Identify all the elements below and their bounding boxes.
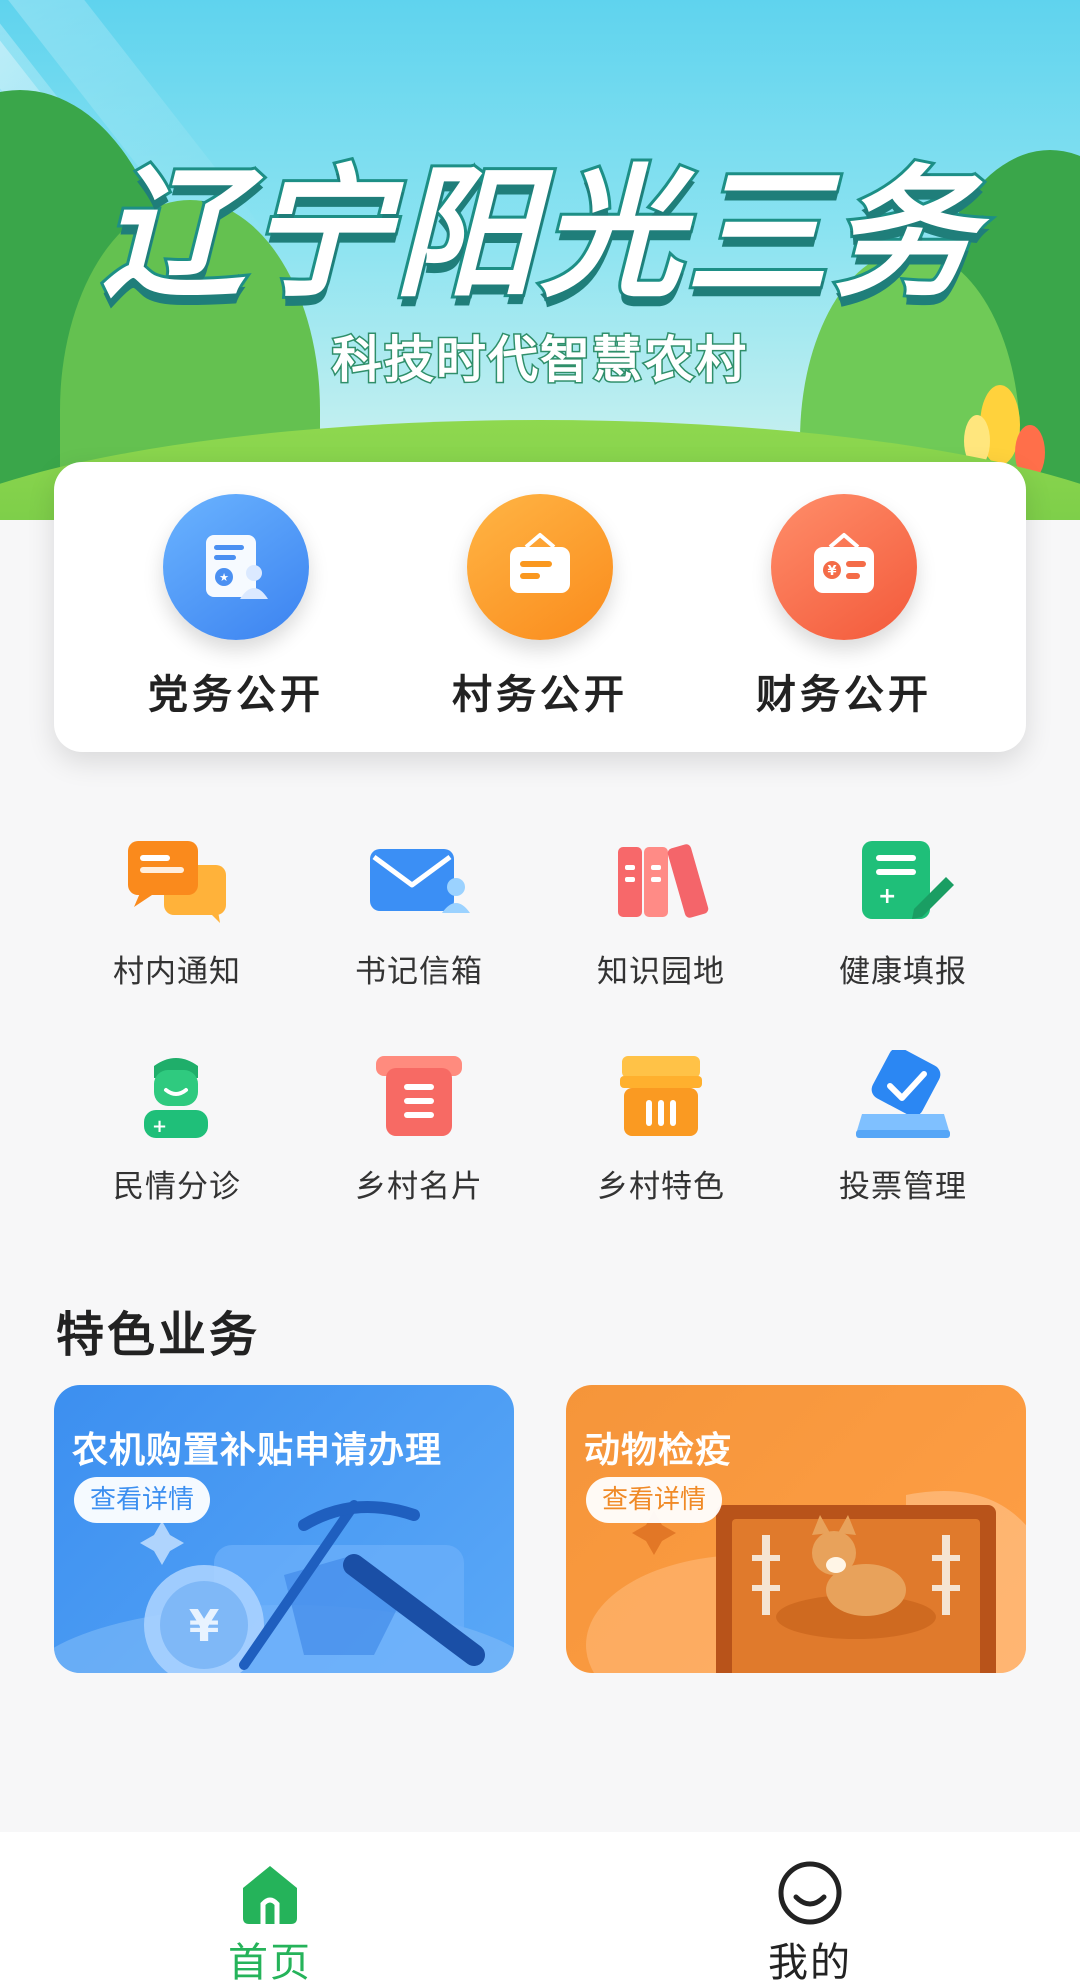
mailbox-icon [359, 830, 479, 930]
grid-item-knowledge[interactable]: 知识园地 [540, 830, 782, 991]
svg-text:+: + [152, 1116, 167, 1137]
grid-label: 书记信箱 [355, 954, 483, 990]
svg-text:+: + [878, 884, 896, 909]
shop-icon [601, 1045, 721, 1145]
finance-affairs-icon: ¥ [771, 494, 917, 640]
view-details-button[interactable]: 查看详情 [74, 1477, 211, 1523]
section-title: 特色业务 [56, 1307, 261, 1363]
books-icon [601, 830, 721, 930]
banner-title: 辽宁阳光三务 [99, 149, 978, 320]
party-affairs-icon: ★ [163, 494, 309, 640]
grid-item-vote[interactable]: 投票管理 [782, 1045, 1024, 1206]
grid-label: 乡村名片 [355, 1169, 483, 1205]
grid-item-health[interactable]: + 健康填报 [782, 830, 1024, 991]
svg-text:¥: ¥ [827, 564, 836, 579]
grid-item-village-card[interactable]: 乡村名片 [298, 1045, 540, 1206]
notice-icon [117, 830, 237, 930]
header-banner: 辽宁阳光三务 科技时代智慧农村 [0, 0, 1080, 520]
profile-icon [775, 1858, 845, 1928]
svg-text:★: ★ [219, 571, 229, 584]
biz-card-title: 农机购置补贴申请办理 [72, 1430, 443, 1471]
view-details-button[interactable]: 查看详情 [586, 1477, 723, 1523]
farm-machinery-subsidy-card[interactable]: ¥ 农机购置补贴申请办理 查看详情 [54, 1385, 514, 1673]
feature-grid: 村内通知 书记信箱 知识园地 + 健康填报 + 民情分诊 乡村名片 乡村特色 投… [56, 830, 1024, 1206]
party-affairs-button[interactable]: ★ 党务公开 [106, 494, 366, 720]
village-affairs-icon [467, 494, 613, 640]
village-affairs-label: 村务公开 [452, 672, 628, 718]
grid-label: 投票管理 [839, 1169, 967, 1205]
grid-item-mailbox[interactable]: 书记信箱 [298, 830, 540, 991]
finance-affairs-button[interactable]: ¥ 财务公开 [714, 494, 974, 720]
vote-icon [843, 1045, 963, 1145]
grid-label: 乡村特色 [597, 1169, 725, 1205]
grid-item-notice[interactable]: 村内通知 [56, 830, 298, 991]
nav-profile-label: 我的 [768, 1940, 852, 1986]
party-affairs-label: 党务公开 [148, 672, 324, 718]
banner-subtitle: 科技时代智慧农村 [331, 330, 748, 391]
biz-card-title: 动物检疫 [584, 1430, 733, 1471]
health-report-icon: + [843, 830, 963, 930]
finance-affairs-label: 财务公开 [756, 672, 932, 718]
grid-item-features[interactable]: 乡村特色 [540, 1045, 782, 1206]
nav-profile[interactable]: 我的 [680, 1858, 940, 1988]
animal-quarantine-card[interactable]: 动物检疫 查看详情 [566, 1385, 1026, 1673]
bottom-nav: 首页 我的 [0, 1832, 1080, 1988]
doctor-icon: + [117, 1045, 237, 1145]
grid-label: 知识园地 [597, 954, 725, 990]
grid-item-triage[interactable]: + 民情分诊 [56, 1045, 298, 1206]
main-affairs-card: ★ 党务公开 村务公开 ¥ 财务公开 [54, 462, 1026, 752]
home-icon [235, 1858, 305, 1928]
grid-label: 健康填报 [839, 954, 967, 990]
nav-home-label: 首页 [228, 1940, 312, 1986]
village-affairs-button[interactable]: 村务公开 [410, 494, 670, 720]
grid-label: 村内通知 [113, 954, 241, 990]
svg-text:¥: ¥ [189, 1601, 220, 1652]
card-icon [359, 1045, 479, 1145]
grid-label: 民情分诊 [113, 1169, 241, 1205]
nav-home[interactable]: 首页 [140, 1858, 400, 1988]
